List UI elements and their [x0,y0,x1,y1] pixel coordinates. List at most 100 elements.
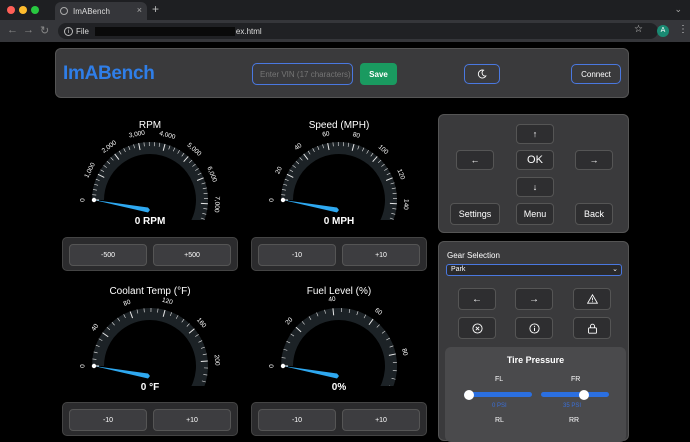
up-arrow-button[interactable]: ↑ [516,124,554,144]
menu-button[interactable]: Menu [516,203,554,225]
save-button[interactable]: Save [360,63,397,85]
chevron-down-icon: ⌄ [612,265,618,275]
rr-label: RR [569,417,579,424]
speed-decrease-button[interactable]: -10 [258,244,336,266]
rpm-needle [94,200,150,213]
fr-psi: 35 PSI [563,403,581,409]
app-logo: ImABench [63,63,155,85]
fr-slider[interactable] [541,392,609,397]
lock-icon [587,323,598,334]
rpm-value: 0 RPM [62,216,238,227]
speed-dial: 020406080100120140160 [251,128,427,220]
coolant-tick-label: 120 [161,297,174,307]
rpm-increase-button[interactable]: +500 [153,244,231,266]
fl-slider[interactable] [464,392,532,397]
maximize-window-button[interactable] [31,6,39,14]
browser-menu-icon[interactable]: ⋮ [678,24,688,35]
coolant-tick-label: 160 [195,317,208,330]
rpm-needle-pivot [92,198,96,202]
rpm-tick-label: 5,000 [186,142,203,158]
fuel-needle [283,366,339,379]
left-arrow-button[interactable]: ← [456,150,494,170]
speed-needle [283,200,339,213]
speed-tick-label: 0 [269,198,276,202]
back-button[interactable]: Back [575,203,613,225]
settings-button[interactable]: Settings [450,203,500,225]
speed-value: 0 MPH [251,216,427,227]
fuel-tick-label: 40 [328,296,336,304]
minimize-window-button[interactable] [19,6,27,14]
close-circle-button[interactable] [458,317,496,339]
coolant-needle-pivot [92,364,96,368]
fuel-decrease-button[interactable]: -10 [258,409,336,431]
ok-button[interactable]: OK [516,150,554,170]
gear-select[interactable]: Park ⌄ [446,264,622,276]
lock-button[interactable] [573,317,611,339]
info-icon[interactable]: i [64,27,73,36]
address-bar[interactable]: i File ex.html [58,23,658,39]
forward-nav-icon[interactable]: → [23,24,34,36]
back-nav-icon[interactable]: ← [7,24,18,36]
browser-tab-bar: ImABench × + ⌄ [0,0,690,20]
browser-tab[interactable]: ImABench × [55,2,147,20]
connect-button[interactable]: Connect [571,64,621,84]
coolant-major-tick [201,361,208,362]
speed-tick-label: 80 [352,131,361,140]
profile-avatar[interactable]: A [657,25,669,37]
fuel-increase-button[interactable]: +10 [342,409,420,431]
fl-slider-thumb[interactable] [464,390,474,400]
warning-icon [587,294,598,304]
reload-icon[interactable]: ↻ [40,24,49,37]
redacted-path [95,27,235,36]
app-header: ImABench Save Connect [55,48,629,98]
fuel-gauge: Fuel Level (%) 020406080100 0% [251,278,427,398]
gear-select-value: Park [451,266,465,273]
fuel-value: 0% [251,382,427,393]
theme-toggle-button[interactable] [464,64,500,84]
speed-needle-pivot [281,198,285,202]
tab-search-icon[interactable]: ⌄ [674,4,682,15]
moon-icon [477,69,487,79]
warning-button[interactable] [573,288,611,310]
speed-tick-label: 40 [293,142,303,152]
coolant-increase-button[interactable]: +10 [153,409,231,431]
down-arrow-button[interactable]: ↓ [516,177,554,197]
fuel-dial: 020406080100 [251,294,427,386]
close-window-button[interactable] [7,6,15,14]
new-tab-button[interactable]: + [152,2,159,16]
speed-gauge: Speed (MPH) 020406080100120140160 0 MPH [251,114,427,234]
fuel-tick-label: 0 [269,364,276,368]
rpm-tick-label: 6,000 [205,166,218,184]
speed-increase-button[interactable]: +10 [342,244,420,266]
coolant-decrease-button[interactable]: -10 [69,409,147,431]
vin-input[interactable] [252,63,353,85]
speed-controls: -10 +10 [251,237,427,271]
arrow-left-icon: ← [472,294,482,305]
coolant-tick-label: 200 [213,354,221,366]
bookmark-star-icon[interactable]: ☆ [634,24,643,35]
fuel-dial-band [287,314,391,386]
globe-icon [60,7,68,15]
close-tab-icon[interactable]: × [137,5,142,15]
tire-pressure-panel: Tire Pressure FL FR 0 PSI 35 PSI RL RR [445,347,626,442]
gear-selection-label: Gear Selection [447,251,500,260]
fr-label: FR [571,376,580,383]
rpm-decrease-button[interactable]: -500 [69,244,147,266]
fl-label: FL [495,376,503,383]
info-button[interactable] [515,317,553,339]
arrow-right-button[interactable]: → [515,288,553,310]
coolant-tick-label: 80 [123,299,133,308]
tab-title: ImABench [73,7,110,16]
coolant-gauge: Coolant Temp (°F) 04080120160200240 0 °F [62,278,238,398]
rpm-controls: -500 +500 [62,237,238,271]
rpm-tick-label: 7,000 [213,196,221,213]
coolant-tick-label: 0 [80,364,87,368]
tire-pressure-title: Tire Pressure [445,355,626,365]
fr-slider-thumb[interactable] [579,390,589,400]
right-arrow-button[interactable]: → [575,150,613,170]
rpm-gauge: RPM 01,0002,0003,0004,0005,0006,0007,000… [62,114,238,234]
arrow-left-button[interactable]: ← [458,288,496,310]
rpm-tick-label: 4,000 [159,130,177,141]
remote-panel: ↑ ← OK → ↓ Settings Menu Back [438,114,629,233]
arrow-right-icon: → [529,294,539,305]
